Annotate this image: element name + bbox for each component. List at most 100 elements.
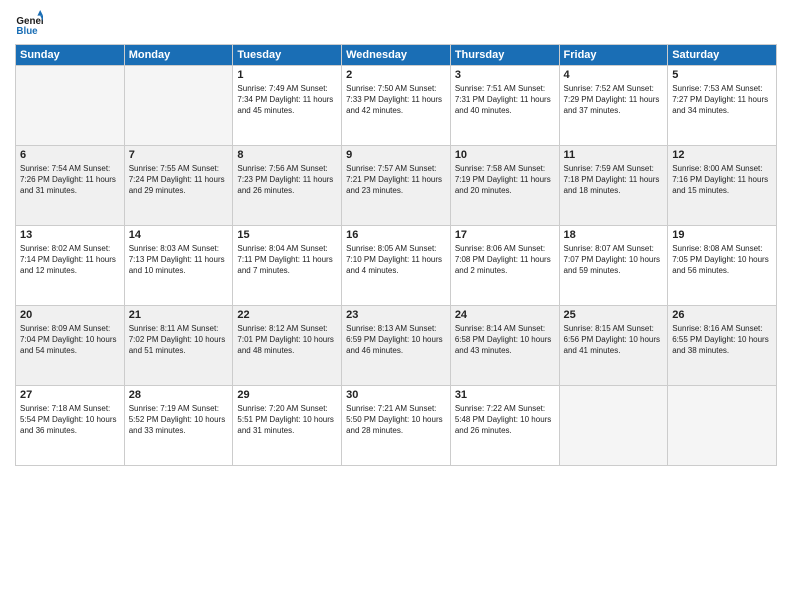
calendar-cell: 31 Sunrise: 7:22 AM Sunset: 5:48 PM Dayli… <box>450 386 559 466</box>
calendar-cell: 3 Sunrise: 7:51 AM Sunset: 7:31 PM Daylig… <box>450 66 559 146</box>
calendar-cell <box>559 386 668 466</box>
day-number: 21 <box>129 309 229 321</box>
day-number: 5 <box>672 69 772 81</box>
calendar-table: SundayMondayTuesdayWednesdayThursdayFrid… <box>15 44 777 466</box>
svg-text:Blue: Blue <box>16 26 38 37</box>
calendar-cell: 16Sunrise: 8:05 AM Sunset: 7:10 PM Dayli… <box>342 226 451 306</box>
day-number: 2 <box>346 69 446 81</box>
day-info: Sunrise: 7:57 AM Sunset: 7:21 PM Dayligh… <box>346 163 446 197</box>
day-info: Sunrise: 8:16 AM Sunset: 6:55 PM Dayligh… <box>672 323 772 357</box>
day-info: Sunrise: 8:15 AM Sunset: 6:56 PM Dayligh… <box>564 323 664 357</box>
calendar-cell: 4 Sunrise: 7:52 AM Sunset: 7:29 PM Daylig… <box>559 66 668 146</box>
weekday-header-wednesday: Wednesday <box>342 45 451 66</box>
calendar-cell: 17 Sunrise: 8:06 AM Sunset: 7:08 PM Dayli… <box>450 226 559 306</box>
day-info: Sunrise: 8:11 AM Sunset: 7:02 PM Dayligh… <box>129 323 229 357</box>
day-number: 20 <box>20 309 120 321</box>
week-row-3: 13 Sunrise: 8:02 AM Sunset: 7:14 PM Dayli… <box>16 226 777 306</box>
day-number: 8 <box>237 149 337 161</box>
day-info: Sunrise: 8:12 AM Sunset: 7:01 PM Dayligh… <box>237 323 337 357</box>
day-number: 18 <box>564 229 664 241</box>
calendar-cell: 1 Sunrise: 7:49 AM Sunset: 7:34 PM Daylig… <box>233 66 342 146</box>
day-number: 3 <box>455 69 555 81</box>
day-number: 4 <box>564 69 664 81</box>
week-row-2: 6 Sunrise: 7:54 AM Sunset: 7:26 PM Daylig… <box>16 146 777 226</box>
day-info: Sunrise: 8:00 AM Sunset: 7:16 PM Dayligh… <box>672 163 772 197</box>
weekday-header-thursday: Thursday <box>450 45 559 66</box>
day-number: 22 <box>237 309 337 321</box>
calendar-cell: 20Sunrise: 8:09 AM Sunset: 7:04 PM Dayli… <box>16 306 125 386</box>
calendar-cell: 28 Sunrise: 7:19 AM Sunset: 5:52 PM Dayli… <box>124 386 233 466</box>
calendar-cell: 18 Sunrise: 8:07 AM Sunset: 7:07 PM Dayli… <box>559 226 668 306</box>
weekday-header-monday: Monday <box>124 45 233 66</box>
day-info: Sunrise: 8:04 AM Sunset: 7:11 PM Dayligh… <box>237 243 337 277</box>
day-info: Sunrise: 8:14 AM Sunset: 6:58 PM Dayligh… <box>455 323 555 357</box>
calendar-cell: 5 Sunrise: 7:53 AM Sunset: 7:27 PM Daylig… <box>668 66 777 146</box>
day-info: Sunrise: 7:22 AM Sunset: 5:48 PM Dayligh… <box>455 403 555 437</box>
day-info: Sunrise: 8:07 AM Sunset: 7:07 PM Dayligh… <box>564 243 664 277</box>
day-info: Sunrise: 7:52 AM Sunset: 7:29 PM Dayligh… <box>564 83 664 117</box>
day-number: 12 <box>672 149 772 161</box>
day-info: Sunrise: 7:18 AM Sunset: 5:54 PM Dayligh… <box>20 403 120 437</box>
day-number: 11 <box>564 149 664 161</box>
calendar-cell <box>668 386 777 466</box>
day-number: 6 <box>20 149 120 161</box>
calendar-cell: 21 Sunrise: 8:11 AM Sunset: 7:02 PM Dayli… <box>124 306 233 386</box>
calendar-cell: 9 Sunrise: 7:57 AM Sunset: 7:21 PM Daylig… <box>342 146 451 226</box>
day-info: Sunrise: 7:53 AM Sunset: 7:27 PM Dayligh… <box>672 83 772 117</box>
day-info: Sunrise: 7:56 AM Sunset: 7:23 PM Dayligh… <box>237 163 337 197</box>
calendar-cell: 14 Sunrise: 8:03 AM Sunset: 7:13 PM Dayli… <box>124 226 233 306</box>
day-number: 14 <box>129 229 229 241</box>
calendar-cell <box>124 66 233 146</box>
week-row-4: 20Sunrise: 8:09 AM Sunset: 7:04 PM Dayli… <box>16 306 777 386</box>
calendar-cell <box>16 66 125 146</box>
day-number: 15 <box>237 229 337 241</box>
day-number: 13 <box>20 229 120 241</box>
day-info: Sunrise: 7:51 AM Sunset: 7:31 PM Dayligh… <box>455 83 555 117</box>
day-info: Sunrise: 8:06 AM Sunset: 7:08 PM Dayligh… <box>455 243 555 277</box>
day-info: Sunrise: 7:59 AM Sunset: 7:18 PM Dayligh… <box>564 163 664 197</box>
day-info: Sunrise: 8:05 AM Sunset: 7:10 PM Dayligh… <box>346 243 446 277</box>
week-row-5: 27 Sunrise: 7:18 AM Sunset: 5:54 PM Dayli… <box>16 386 777 466</box>
day-number: 9 <box>346 149 446 161</box>
day-number: 31 <box>455 389 555 401</box>
day-info: Sunrise: 7:54 AM Sunset: 7:26 PM Dayligh… <box>20 163 120 197</box>
day-number: 7 <box>129 149 229 161</box>
day-number: 29 <box>237 389 337 401</box>
calendar-cell: 19Sunrise: 8:08 AM Sunset: 7:05 PM Dayli… <box>668 226 777 306</box>
weekday-header-tuesday: Tuesday <box>233 45 342 66</box>
calendar-cell: 15 Sunrise: 8:04 AM Sunset: 7:11 PM Dayli… <box>233 226 342 306</box>
weekday-header-friday: Friday <box>559 45 668 66</box>
day-info: Sunrise: 8:03 AM Sunset: 7:13 PM Dayligh… <box>129 243 229 277</box>
day-number: 1 <box>237 69 337 81</box>
day-number: 10 <box>455 149 555 161</box>
day-number: 30 <box>346 389 446 401</box>
day-number: 26 <box>672 309 772 321</box>
calendar-cell: 8 Sunrise: 7:56 AM Sunset: 7:23 PM Daylig… <box>233 146 342 226</box>
day-number: 19 <box>672 229 772 241</box>
day-number: 24 <box>455 309 555 321</box>
day-info: Sunrise: 7:49 AM Sunset: 7:34 PM Dayligh… <box>237 83 337 117</box>
calendar-cell: 25Sunrise: 8:15 AM Sunset: 6:56 PM Dayli… <box>559 306 668 386</box>
calendar-cell: 2 Sunrise: 7:50 AM Sunset: 7:33 PM Daylig… <box>342 66 451 146</box>
calendar-cell: 22 Sunrise: 8:12 AM Sunset: 7:01 PM Dayli… <box>233 306 342 386</box>
day-info: Sunrise: 8:02 AM Sunset: 7:14 PM Dayligh… <box>20 243 120 277</box>
day-number: 27 <box>20 389 120 401</box>
day-info: Sunrise: 7:55 AM Sunset: 7:24 PM Dayligh… <box>129 163 229 197</box>
weekday-header-saturday: Saturday <box>668 45 777 66</box>
calendar-cell: 12 Sunrise: 8:00 AM Sunset: 7:16 PM Dayli… <box>668 146 777 226</box>
calendar-header: General Blue <box>15 10 777 38</box>
day-info: Sunrise: 7:50 AM Sunset: 7:33 PM Dayligh… <box>346 83 446 117</box>
day-info: Sunrise: 7:19 AM Sunset: 5:52 PM Dayligh… <box>129 403 229 437</box>
week-row-1: 1 Sunrise: 7:49 AM Sunset: 7:34 PM Daylig… <box>16 66 777 146</box>
day-info: Sunrise: 8:13 AM Sunset: 6:59 PM Dayligh… <box>346 323 446 357</box>
day-number: 28 <box>129 389 229 401</box>
calendar-cell: 13 Sunrise: 8:02 AM Sunset: 7:14 PM Dayli… <box>16 226 125 306</box>
day-number: 17 <box>455 229 555 241</box>
calendar-cell: 23Sunrise: 8:13 AM Sunset: 6:59 PM Dayli… <box>342 306 451 386</box>
calendar-cell: 7 Sunrise: 7:55 AM Sunset: 7:24 PM Daylig… <box>124 146 233 226</box>
calendar-cell: 10Sunrise: 7:58 AM Sunset: 7:19 PM Dayli… <box>450 146 559 226</box>
calendar-cell: 27 Sunrise: 7:18 AM Sunset: 5:54 PM Dayli… <box>16 386 125 466</box>
calendar-cell: 11 Sunrise: 7:59 AM Sunset: 7:18 PM Dayli… <box>559 146 668 226</box>
calendar-cell: 26 Sunrise: 8:16 AM Sunset: 6:55 PM Dayli… <box>668 306 777 386</box>
calendar-cell: 29Sunrise: 7:20 AM Sunset: 5:51 PM Dayli… <box>233 386 342 466</box>
